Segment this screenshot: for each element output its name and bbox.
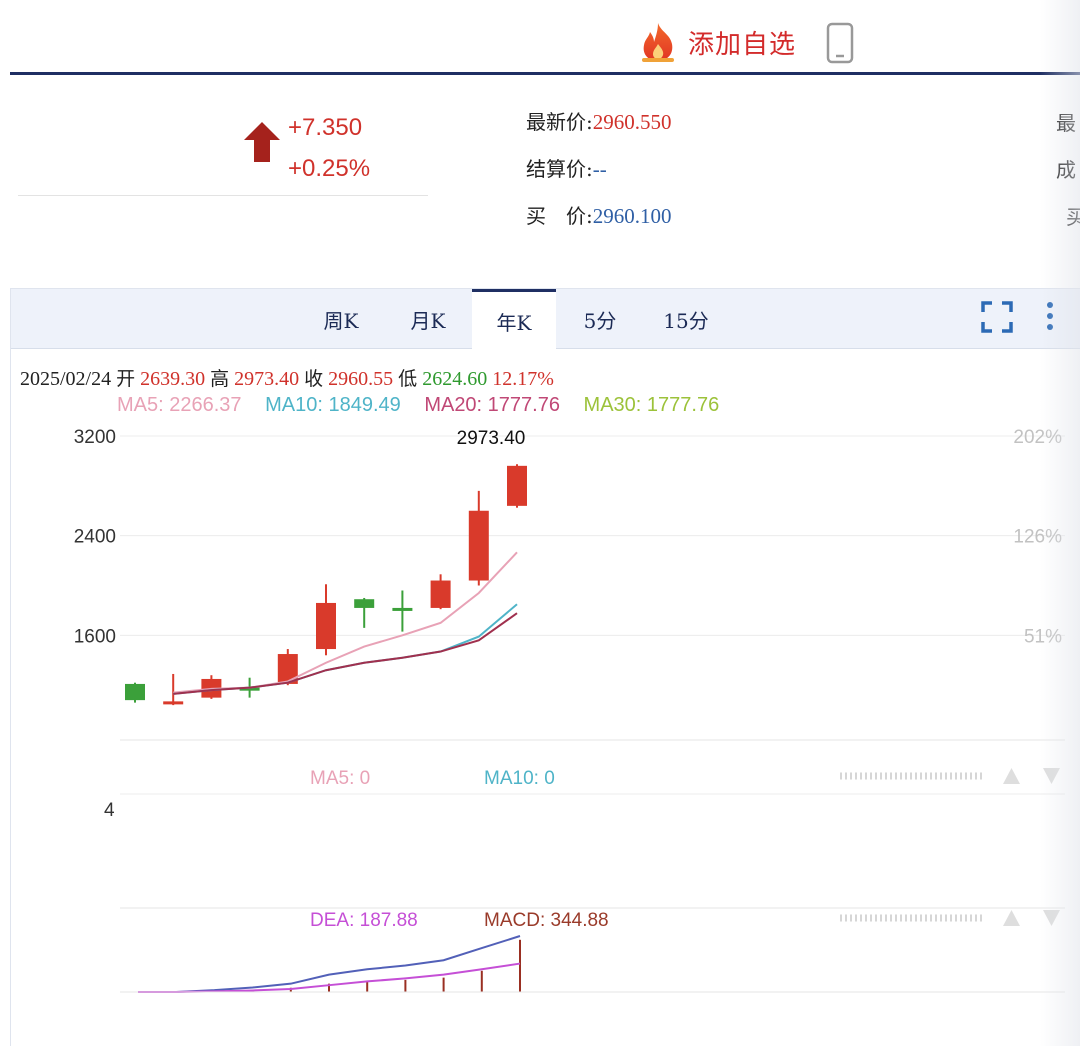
panel-up-icon xyxy=(1003,768,1020,784)
dea-label: DEA: 187.88 xyxy=(310,910,418,931)
candle-body xyxy=(392,607,413,611)
candle-body xyxy=(163,701,184,705)
candle-body xyxy=(507,465,527,506)
y-tick-label: 3200 xyxy=(74,427,116,448)
y-tick-label: 1600 xyxy=(74,626,116,647)
kline-chart[interactable]: 3200 202% 2400 126% 1600 51% 2973.40 MA5: 0 MA10… xyxy=(0,0,1080,1046)
candle-body xyxy=(125,683,145,701)
y-tick-label: 2400 xyxy=(74,527,116,548)
ma5-line xyxy=(173,551,518,694)
high-annotation: 2973.40 xyxy=(457,428,526,449)
pct-tick-label: 126% xyxy=(1013,527,1062,548)
candle-body xyxy=(316,602,336,650)
ma20-line xyxy=(173,612,518,695)
candle-body xyxy=(430,580,451,608)
candle-body xyxy=(354,599,375,608)
macd-label: MACD: 344.88 xyxy=(484,910,609,931)
volume-ma5-label: MA5: 0 xyxy=(310,768,370,789)
panel-down-icon xyxy=(1043,768,1060,784)
panel-up-icon xyxy=(1003,910,1020,926)
pct-tick-label: 202% xyxy=(1013,427,1062,448)
ma10-line xyxy=(173,603,518,695)
candle-body xyxy=(468,510,489,581)
volume-tick-label: 4 xyxy=(104,800,115,821)
volume-ma10-label: MA10: 0 xyxy=(484,768,555,789)
dif-line xyxy=(138,935,521,993)
panel-down-icon xyxy=(1043,910,1060,926)
pct-tick-label: 51% xyxy=(1024,626,1062,647)
